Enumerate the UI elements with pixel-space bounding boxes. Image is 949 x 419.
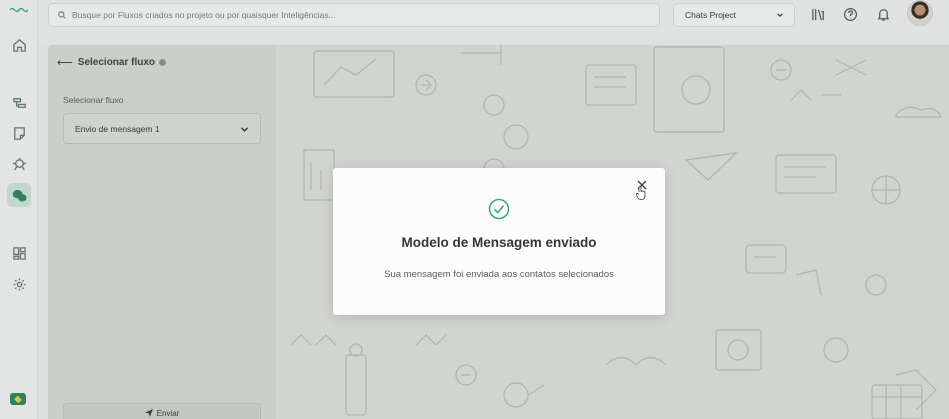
success-check-icon [488, 198, 510, 220]
modal-title: Modelo de Mensagem enviado [401, 235, 597, 250]
hand-cursor-icon [636, 186, 646, 200]
success-modal: Modelo de Mensagem enviado Sua mensagem … [333, 168, 665, 315]
modal-message: Sua mensagem foi enviada aos contatos se… [384, 269, 614, 280]
